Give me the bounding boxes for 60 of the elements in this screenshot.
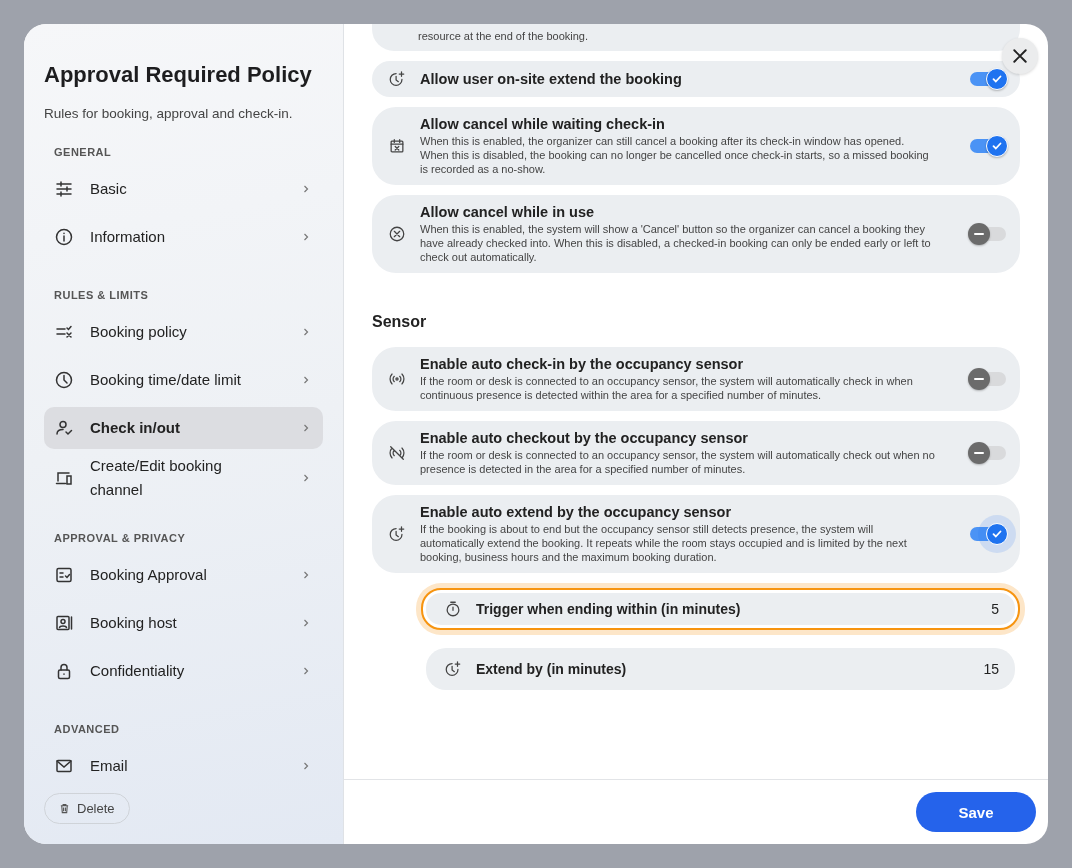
section-label: APPROVAL & PRIVACY — [54, 532, 187, 544]
stopwatch-icon — [444, 600, 462, 618]
chevron-right-icon — [301, 666, 311, 676]
setting-description: If the room or desk is connected to an occupancy sensor, the system will automatically check out when no presence is detected in the area for a specified number of minutes. — [420, 448, 936, 476]
clock-icon — [54, 370, 74, 390]
form-check-icon — [54, 565, 74, 585]
check-icon — [991, 140, 1003, 152]
setting-title: Allow cancel while in use — [420, 204, 596, 220]
setting-title: Enable auto checkout by the occupancy sensor — [420, 430, 749, 446]
setting-title: Enable auto check-in by the occupancy sensor — [420, 356, 745, 372]
sidebar-item[interactable]: Information — [44, 216, 323, 258]
dialog-title: Approval Required Policy — [44, 62, 313, 88]
chevron-right-icon — [301, 327, 311, 337]
chevron-right-icon — [301, 375, 311, 385]
chevron-right-icon — [301, 423, 311, 433]
sensor-off-icon — [388, 444, 406, 462]
dialog-subtitle: Rules for booking, approval and check-in. — [44, 106, 294, 121]
number-field[interactable]: Extend by (in minutes) 15 — [426, 648, 1015, 690]
section-label: RULES & LIMITS — [54, 289, 150, 301]
user-check-icon — [54, 418, 74, 438]
close-icon — [1012, 48, 1028, 64]
section-heading: Sensor — [372, 313, 428, 331]
sidebar-item[interactable]: Confidentiality — [44, 650, 323, 692]
sliders-icon — [54, 179, 74, 199]
chevron-right-icon — [301, 761, 311, 771]
sidebar-item[interactable]: Email — [44, 745, 323, 787]
check-icon — [991, 73, 1003, 85]
check-icon — [991, 528, 1003, 540]
setting-description: If the booking is about to end but the occupancy sensor still detects presence, the system will automatically extend the booking. It repeats while the room stays occupied and is limited by the next booking, business hours and the maximum booking duration. — [420, 522, 908, 564]
setting-description: If the room or desk is connected to an occupancy sensor, the system will automatically check in when continuous presence is detected within the area for a specified number of minutes. — [420, 374, 914, 402]
section-label: GENERAL — [54, 146, 113, 158]
sidebar-item[interactable]: Booking time/date limit — [44, 359, 323, 401]
trash-icon — [59, 803, 70, 814]
clock-plus-icon — [388, 70, 406, 88]
sidebar-item[interactable]: Basic — [44, 168, 323, 210]
save-button[interactable]: Save — [916, 792, 1036, 832]
setting-title: Allow cancel while waiting check-in — [420, 116, 666, 132]
chevron-right-icon — [301, 570, 311, 580]
clock-plus-icon — [444, 660, 462, 678]
sidebar-item[interactable]: Check in/out — [44, 407, 323, 449]
cancel-icon — [388, 225, 406, 243]
setting-description: resource at the end of the booking. — [418, 29, 589, 43]
sidebar-item[interactable]: Booking policy — [44, 311, 323, 353]
chevron-right-icon — [301, 184, 311, 194]
chevron-right-icon — [301, 618, 311, 628]
setting-title: Enable auto extend by the occupancy sensor — [420, 504, 733, 520]
sidebar-item[interactable]: Create/Edit booking channel — [44, 455, 323, 501]
setting-title: Allow user on-site extend the booking — [420, 71, 683, 87]
info-icon — [54, 227, 74, 247]
sidebar-item[interactable]: Booking host — [44, 602, 323, 644]
person-card-icon — [54, 613, 74, 633]
section-label: ADVANCED — [54, 723, 121, 735]
sidebar-item[interactable]: Booking Approval — [44, 554, 323, 596]
chevron-right-icon — [301, 232, 311, 242]
setting-description: When this is enabled, the system will show a 'Cancel' button so the organizer can cancel a booking they have already checked into. When this is disabled, a checked-in booking can only be ended early or left to check out automatically. — [420, 222, 932, 264]
chevron-right-icon — [301, 473, 311, 483]
clock-plus-icon — [388, 525, 406, 543]
close-button[interactable] — [1002, 38, 1038, 74]
setting-description: When this is enabled, the organizer can still cancel a booking after its check-in window has opened. When this is disabled, the booking can no longer be cancelled once check-in starts, so a missed booking is recorded as a no-show. — [420, 134, 930, 176]
calendar-x-icon — [388, 137, 406, 155]
